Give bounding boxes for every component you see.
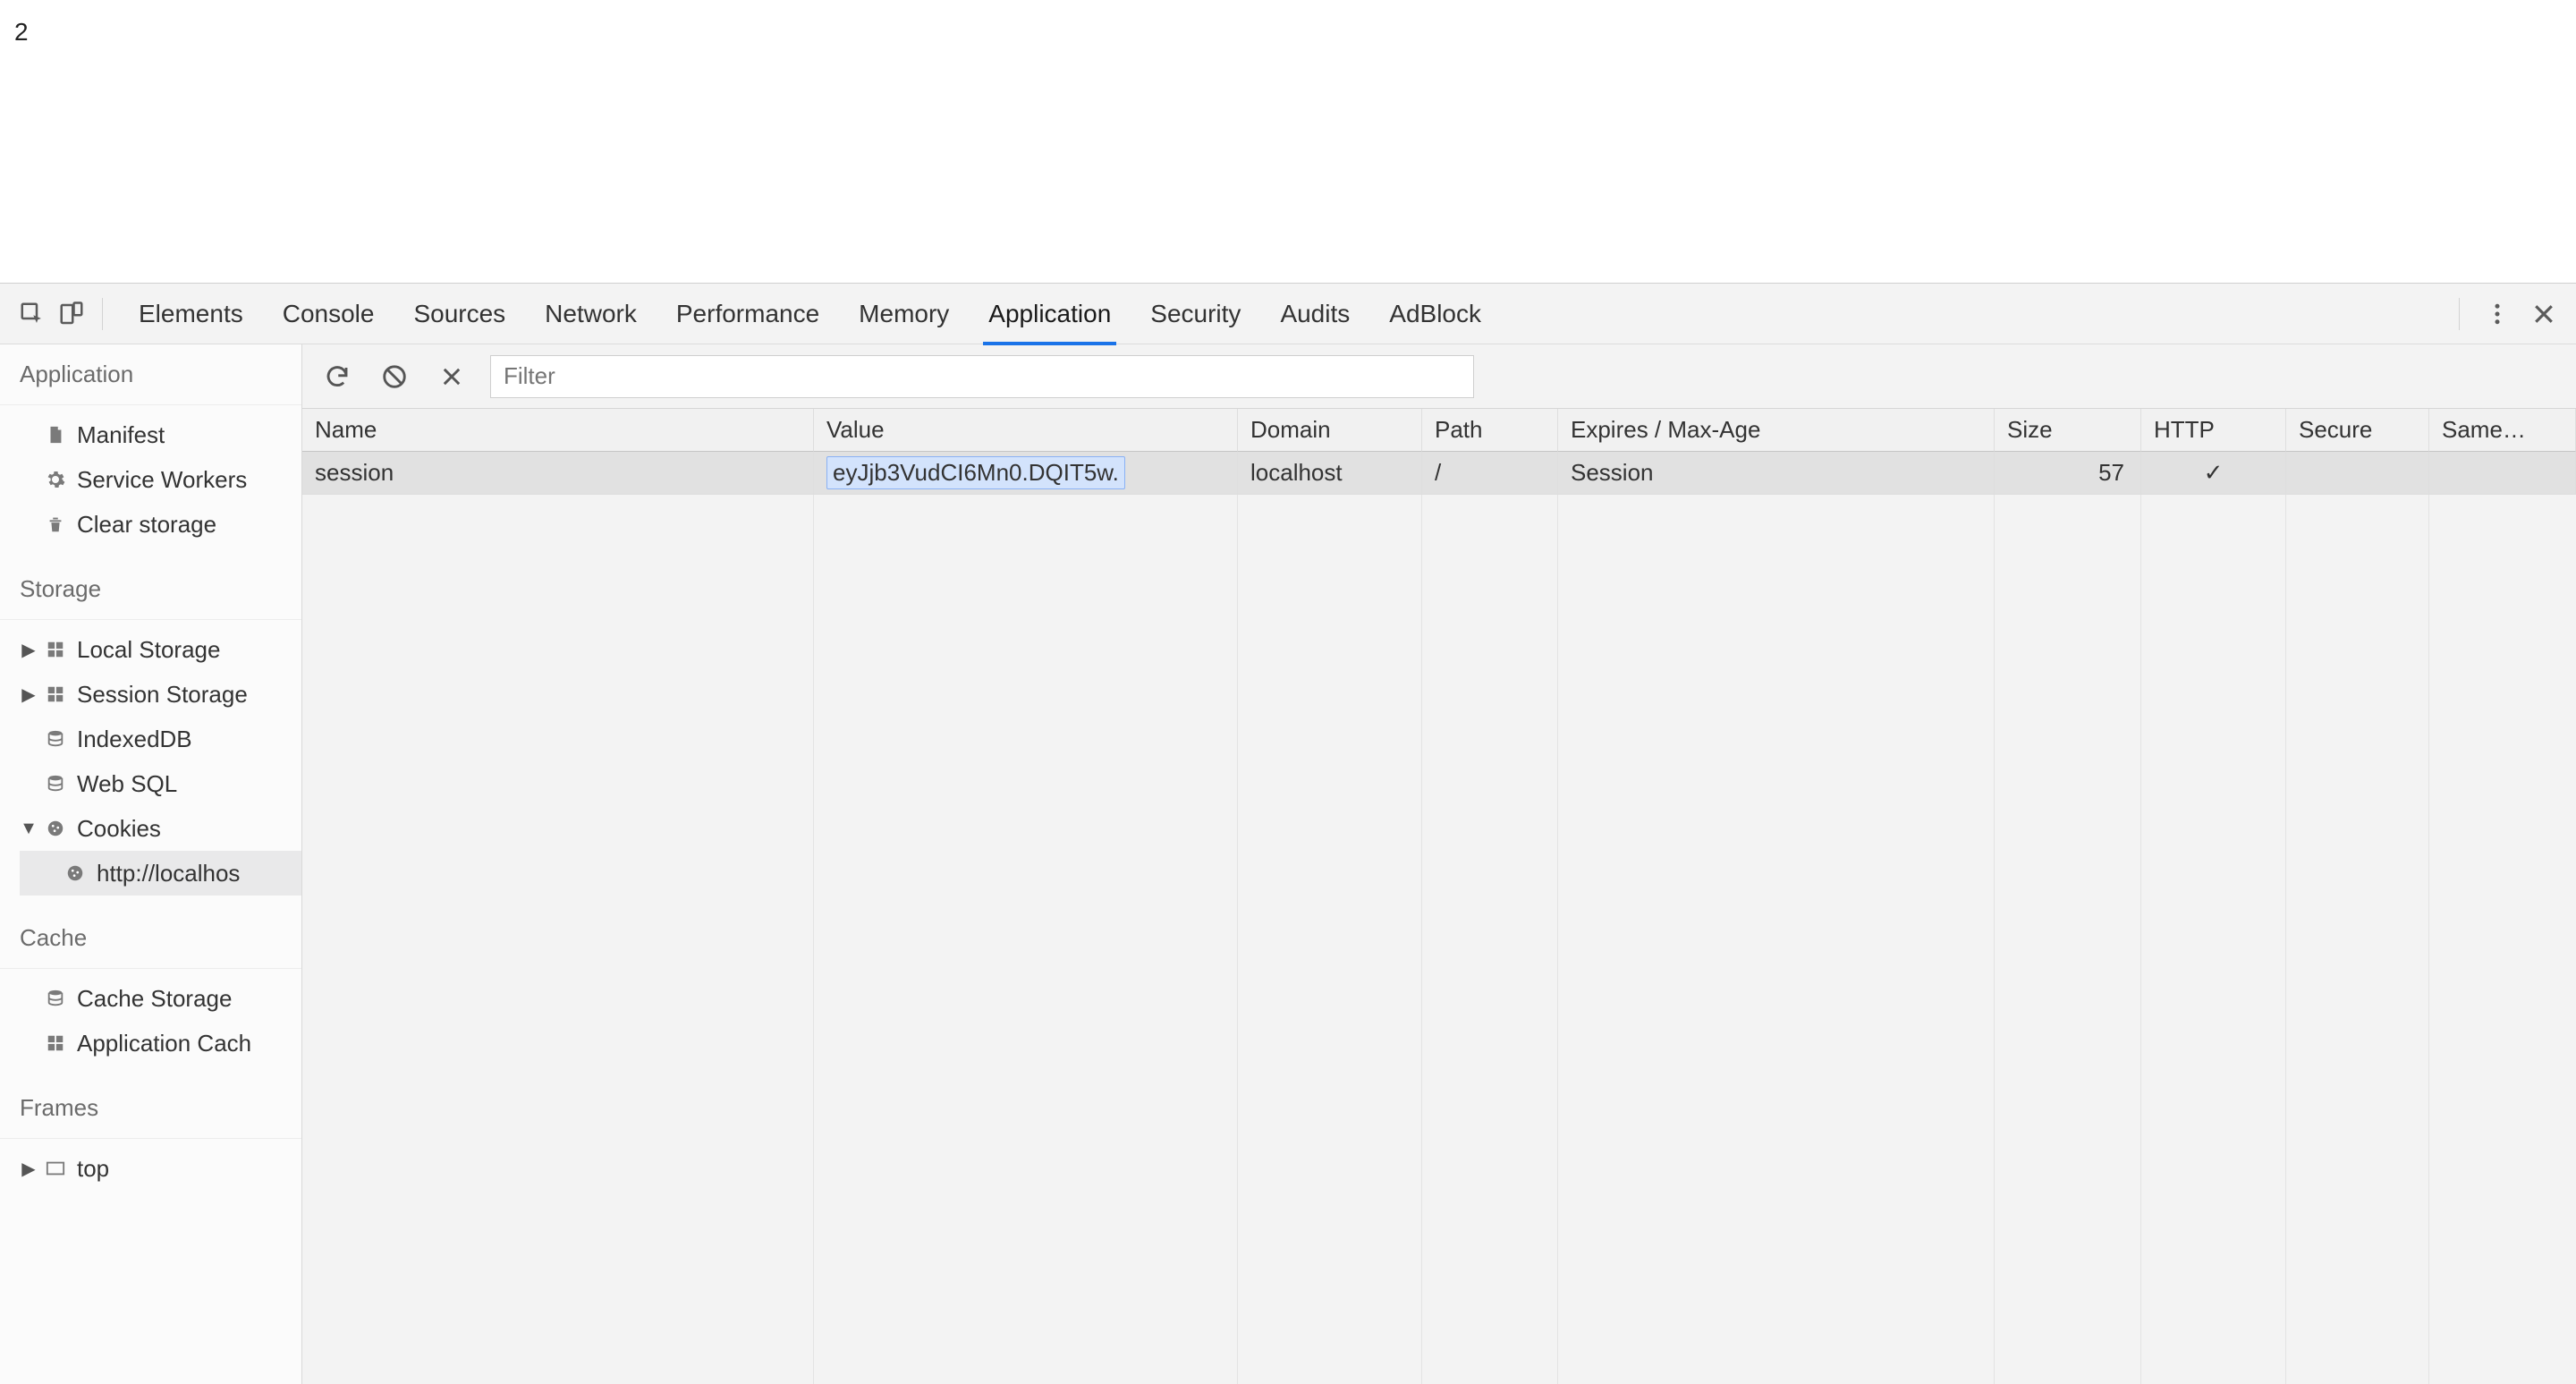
delete-selected-icon[interactable] xyxy=(433,358,470,395)
sidebar-item-local-storage[interactable]: ▶ Local Storage xyxy=(20,627,301,672)
cell-expires[interactable]: Session xyxy=(1558,452,1995,495)
grid-icon xyxy=(43,1033,68,1053)
sidebar-item-label: Local Storage xyxy=(77,636,220,664)
col-expires[interactable]: Expires / Max-Age xyxy=(1558,409,1995,452)
cookie-value-editing[interactable]: eyJjb3VudCI6Mn0.DQIT5w. xyxy=(826,456,1125,489)
tab-performance[interactable]: Performance xyxy=(676,284,819,344)
sidebar-item-session-storage[interactable]: ▶ Session Storage xyxy=(20,672,301,717)
devtools-panel: Elements Console Sources Network Perform… xyxy=(0,283,2576,1384)
inspect-element-icon[interactable] xyxy=(13,294,52,334)
grid-icon xyxy=(43,684,68,704)
database-icon xyxy=(43,988,68,1009)
cookie-icon xyxy=(63,863,88,883)
application-sidebar: Application Manifest Service Workers Cle… xyxy=(0,344,302,1384)
close-devtools-icon[interactable] xyxy=(2524,294,2563,334)
kebab-menu-icon[interactable] xyxy=(2478,294,2517,334)
tab-elements[interactable]: Elements xyxy=(139,284,243,344)
sidebar-item-indexeddb[interactable]: IndexedDB xyxy=(20,717,301,761)
cookies-table: Name Value Domain Path Expires / Max-Age… xyxy=(302,409,2576,1384)
sidebar-item-label: http://localhos xyxy=(97,860,240,887)
tab-console[interactable]: Console xyxy=(283,284,375,344)
table-row[interactable]: session eyJjb3VudCI6Mn0.DQIT5w. localhos… xyxy=(302,452,2576,495)
cell-size[interactable]: 57 xyxy=(1995,452,2141,495)
sidebar-item-label: Service Workers xyxy=(77,466,247,494)
tab-adblock[interactable]: AdBlock xyxy=(1389,284,1481,344)
tabs-left-controls: Elements Console Sources Network Perform… xyxy=(13,284,1481,344)
section-application-title: Application xyxy=(0,344,301,405)
cell-value[interactable]: eyJjb3VudCI6Mn0.DQIT5w. xyxy=(814,452,1238,495)
col-http[interactable]: HTTP xyxy=(2141,409,2286,452)
chevron-down-icon: ▼ xyxy=(20,819,38,839)
chevron-right-icon: ▶ xyxy=(20,639,38,661)
grid-lines xyxy=(302,495,2576,1384)
chevron-right-icon: ▶ xyxy=(20,1158,38,1180)
database-icon xyxy=(43,773,68,794)
database-icon xyxy=(43,728,68,750)
sidebar-item-service-workers[interactable]: Service Workers xyxy=(20,457,301,502)
col-size[interactable]: Size xyxy=(1995,409,2141,452)
tab-sources[interactable]: Sources xyxy=(413,284,505,344)
gear-icon xyxy=(43,469,68,490)
tab-application[interactable]: Application xyxy=(988,284,1111,344)
sidebar-item-application-cache[interactable]: Application Cach xyxy=(20,1021,301,1066)
tabs-right-controls xyxy=(2448,294,2563,334)
sidebar-item-label: Manifest xyxy=(77,421,165,449)
separator xyxy=(2459,298,2460,330)
sidebar-item-cookie-host[interactable]: http://localhos xyxy=(20,851,301,896)
tab-audits[interactable]: Audits xyxy=(1280,284,1350,344)
clear-all-icon[interactable] xyxy=(376,358,413,395)
cell-path[interactable]: / xyxy=(1422,452,1558,495)
sidebar-item-label: Cookies xyxy=(77,815,161,843)
devtools-tabs: Elements Console Sources Network Perform… xyxy=(139,284,1481,344)
col-samesite[interactable]: Same… xyxy=(2429,409,2576,452)
cell-http[interactable]: ✓ xyxy=(2141,452,2286,495)
tab-security[interactable]: Security xyxy=(1150,284,1241,344)
page-content-number: 2 xyxy=(0,0,2576,283)
filter-input[interactable] xyxy=(490,355,1474,398)
sidebar-item-label: Application Cach xyxy=(77,1030,251,1057)
sidebar-item-manifest[interactable]: Manifest xyxy=(20,412,301,457)
sidebar-item-label: IndexedDB xyxy=(77,726,192,753)
sidebar-item-cookies[interactable]: ▼ Cookies xyxy=(20,806,301,851)
sidebar-item-label: Cache Storage xyxy=(77,985,232,1013)
frame-icon xyxy=(43,1160,68,1176)
cell-domain[interactable]: localhost xyxy=(1238,452,1422,495)
file-icon xyxy=(43,423,68,446)
sidebar-item-clear-storage[interactable]: Clear storage xyxy=(20,502,301,547)
toggle-device-icon[interactable] xyxy=(52,294,91,334)
col-domain[interactable]: Domain xyxy=(1238,409,1422,452)
cookie-icon xyxy=(43,819,68,838)
devtools-tabs-row: Elements Console Sources Network Perform… xyxy=(0,284,2576,344)
cell-samesite[interactable] xyxy=(2429,452,2576,495)
trash-icon xyxy=(43,513,68,536)
sidebar-item-label: Session Storage xyxy=(77,681,248,709)
refresh-icon[interactable] xyxy=(318,358,356,395)
sidebar-item-label: Clear storage xyxy=(77,511,216,539)
sidebar-item-label: top xyxy=(77,1155,109,1183)
tab-memory[interactable]: Memory xyxy=(859,284,949,344)
col-name[interactable]: Name xyxy=(302,409,814,452)
col-secure[interactable]: Secure xyxy=(2286,409,2429,452)
sidebar-item-cache-storage[interactable]: Cache Storage xyxy=(20,976,301,1021)
sidebar-item-label: Web SQL xyxy=(77,770,177,798)
section-cache-title: Cache xyxy=(0,908,301,969)
tab-network[interactable]: Network xyxy=(545,284,637,344)
table-header: Name Value Domain Path Expires / Max-Age… xyxy=(302,409,2576,452)
section-frames-title: Frames xyxy=(0,1078,301,1139)
col-value[interactable]: Value xyxy=(814,409,1238,452)
sidebar-item-websql[interactable]: Web SQL xyxy=(20,761,301,806)
cell-secure[interactable] xyxy=(2286,452,2429,495)
separator xyxy=(102,298,103,330)
cell-name[interactable]: session xyxy=(302,452,814,495)
col-path[interactable]: Path xyxy=(1422,409,1558,452)
section-storage-title: Storage xyxy=(0,559,301,620)
chevron-right-icon: ▶ xyxy=(20,684,38,706)
cookies-toolbar xyxy=(302,344,2576,409)
sidebar-item-frame-top[interactable]: ▶ top xyxy=(20,1146,301,1191)
grid-icon xyxy=(43,640,68,659)
